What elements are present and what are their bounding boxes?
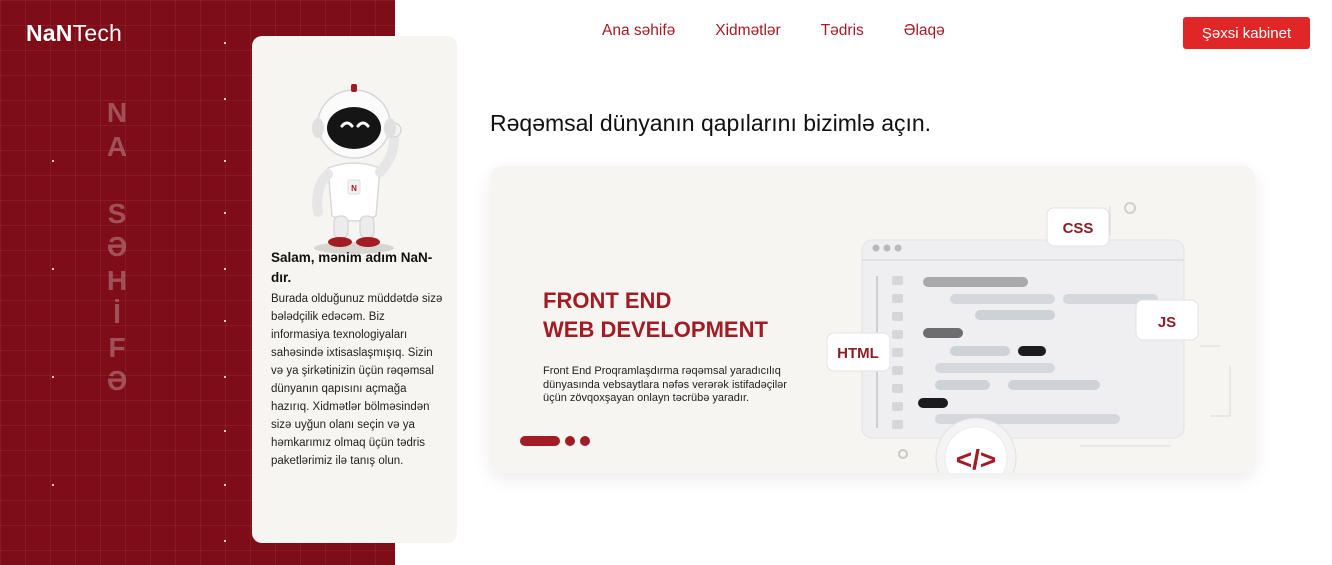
grid-dot: [52, 268, 54, 270]
grid-dot: [224, 430, 226, 432]
nav-link-contact[interactable]: Əlaqə: [904, 22, 945, 40]
card-title: Salam, mənim adım NaN-dır.: [271, 250, 433, 285]
grid-dot: [52, 376, 54, 378]
vertical-letter: İ: [113, 298, 121, 329]
banner-title: FRONT END WEB DEVELOPMENT: [543, 286, 768, 344]
hero-banner-slide: FRONT END WEB DEVELOPMENT Front End Proq…: [490, 166, 1255, 473]
js-tag: JS: [1158, 314, 1176, 331]
slider-dot[interactable]: [580, 436, 590, 446]
banner-description: Front End Proqramlaşdırma rəqəmsal yarad…: [543, 365, 787, 404]
nav-link-services[interactable]: Xidmətlər: [715, 22, 780, 40]
grid-dot: [224, 320, 226, 322]
vertical-letter: F: [108, 331, 126, 363]
grid-dot: [224, 540, 226, 542]
html-tag: HTML: [837, 345, 879, 362]
vertical-letter: N: [106, 97, 128, 128]
vertical-letter: Ə: [106, 231, 128, 262]
slider-pagination: [520, 436, 590, 446]
grid-dot: [224, 376, 226, 378]
grid-dot: [224, 98, 226, 100]
robot-mascot-icon: N: [312, 84, 402, 254]
vertical-letter: Ə: [106, 365, 128, 396]
page-headline: Rəqəmsal dünyanın qapılarını bizimlə açı…: [490, 110, 932, 136]
personal-cabinet-button[interactable]: Şəxsi kabinet: [1183, 17, 1310, 49]
css-tag: CSS: [1063, 220, 1094, 237]
slider-dot-active[interactable]: [520, 436, 560, 446]
grid-dot: [224, 268, 226, 270]
grid-dot: [52, 160, 54, 162]
card-body: Burada olduğunuz müddətdə sizə bələdçili…: [271, 293, 443, 467]
vertical-letter: A: [106, 130, 128, 162]
nav-link-training[interactable]: Tədris: [821, 22, 864, 40]
brand-logo[interactable]: NaNTech: [26, 20, 122, 47]
page: NaNTech N A S Ə H İ F Ə N Salam, mənim a…: [0, 0, 1332, 565]
nav-link-home[interactable]: Ana səhifə: [602, 22, 675, 40]
slider-dot[interactable]: [565, 436, 575, 446]
grid-dot: [224, 42, 226, 44]
code-editor-illustration: CSS JS HTML </>: [826, 202, 1231, 473]
vertical-page-title: N A S Ə H İ F Ə: [104, 96, 130, 398]
banner-title-line: WEB DEVELOPMENT: [543, 317, 768, 342]
grid-dot: [52, 484, 54, 486]
svg-text:N: N: [351, 184, 357, 193]
grid-dot: [224, 484, 226, 486]
vertical-letter: S: [107, 197, 127, 229]
banner-title-line: FRONT END: [543, 288, 672, 313]
grid-dot: [224, 160, 226, 162]
grid-dot: [224, 212, 226, 214]
guide-card: N Salam, mənim adım NaN-dır. Burada oldu…: [252, 36, 457, 543]
main-nav: Ana səhifə Xidmətlər Tədris Əlaqə: [602, 22, 985, 40]
vertical-letter: H: [106, 264, 128, 296]
code-symbol: </>: [956, 444, 996, 473]
